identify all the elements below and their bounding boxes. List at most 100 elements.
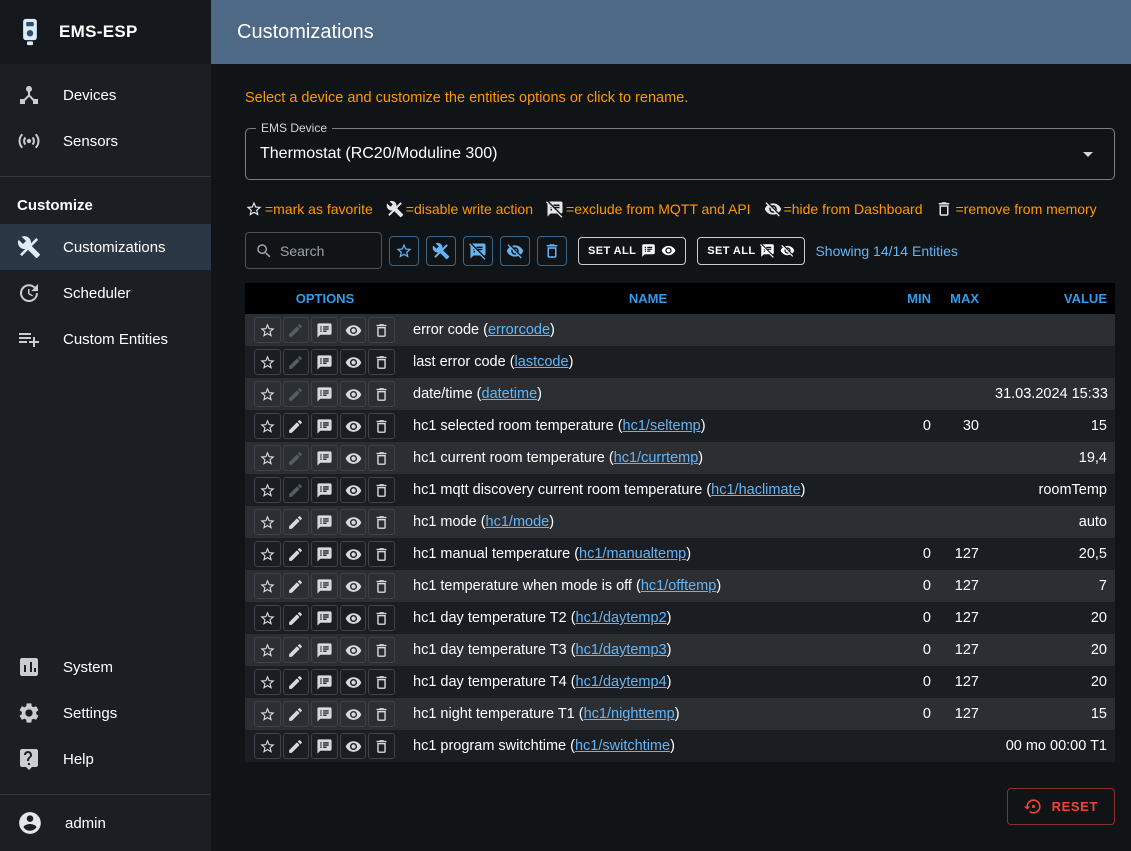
favorite-toggle-button[interactable] — [254, 445, 281, 471]
visibility-toggle-button[interactable] — [340, 477, 367, 503]
favorite-toggle-button[interactable] — [254, 509, 281, 535]
entity-shortname-link[interactable]: hc1/manualtemp — [579, 546, 686, 562]
visibility-toggle-button[interactable] — [340, 637, 367, 663]
filter-exclude-mqtt-button[interactable] — [463, 236, 493, 266]
entity-name[interactable]: hc1 program switchtime (hc1/switchtime) — [405, 738, 891, 754]
visibility-toggle-button[interactable] — [340, 509, 367, 535]
entity-name[interactable]: hc1 night temperature T1 (hc1/nighttemp) — [405, 706, 891, 722]
delete-toggle-button[interactable] — [368, 637, 395, 663]
write-toggle-button[interactable] — [283, 317, 310, 343]
user-menu[interactable]: admin — [0, 795, 211, 851]
mqtt-toggle-button[interactable] — [311, 541, 338, 567]
delete-toggle-button[interactable] — [368, 445, 395, 471]
filter-favorite-button[interactable] — [389, 236, 419, 266]
mqtt-toggle-button[interactable] — [311, 733, 338, 759]
mqtt-toggle-button[interactable] — [311, 605, 338, 631]
entity-shortname-link[interactable]: hc1/switchtime — [575, 738, 670, 754]
set-all-visible-button[interactable]: SET ALL — [578, 237, 686, 265]
entity-shortname-link[interactable]: hc1/nighttemp — [584, 706, 675, 722]
mqtt-toggle-button[interactable] — [311, 381, 338, 407]
entity-shortname-link[interactable]: hc1/currtemp — [614, 450, 699, 466]
favorite-toggle-button[interactable] — [254, 349, 281, 375]
delete-toggle-button[interactable] — [368, 381, 395, 407]
entity-name[interactable]: date/time (datetime) — [405, 386, 891, 402]
mqtt-toggle-button[interactable] — [311, 701, 338, 727]
sidebar-item-sensors[interactable]: Sensors — [0, 118, 211, 164]
entity-shortname-link[interactable]: lastcode — [515, 354, 569, 370]
entity-name[interactable]: hc1 mqtt discovery current room temperat… — [405, 482, 891, 498]
sidebar-item-customizations[interactable]: Customizations — [0, 224, 211, 270]
visibility-toggle-button[interactable] — [340, 381, 367, 407]
favorite-toggle-button[interactable] — [254, 573, 281, 599]
mqtt-toggle-button[interactable] — [311, 413, 338, 439]
delete-toggle-button[interactable] — [368, 733, 395, 759]
entity-shortname-link[interactable]: hc1/haclimate — [711, 482, 800, 498]
sidebar-item-system[interactable]: System — [0, 644, 211, 690]
delete-toggle-button[interactable] — [368, 509, 395, 535]
sidebar-item-scheduler[interactable]: Scheduler — [0, 270, 211, 316]
visibility-toggle-button[interactable] — [340, 573, 367, 599]
entity-name[interactable]: last error code (lastcode) — [405, 354, 891, 370]
favorite-toggle-button[interactable] — [254, 541, 281, 567]
entity-name[interactable]: hc1 day temperature T4 (hc1/daytemp4) — [405, 674, 891, 690]
write-toggle-button[interactable] — [283, 669, 310, 695]
delete-toggle-button[interactable] — [368, 669, 395, 695]
entity-shortname-link[interactable]: hc1/offtemp — [641, 578, 717, 594]
delete-toggle-button[interactable] — [368, 477, 395, 503]
delete-toggle-button[interactable] — [368, 605, 395, 631]
favorite-toggle-button[interactable] — [254, 413, 281, 439]
write-toggle-button[interactable] — [283, 477, 310, 503]
delete-toggle-button[interactable] — [368, 541, 395, 567]
visibility-toggle-button[interactable] — [340, 701, 367, 727]
delete-toggle-button[interactable] — [368, 701, 395, 727]
favorite-toggle-button[interactable] — [254, 605, 281, 631]
write-toggle-button[interactable] — [283, 509, 310, 535]
delete-toggle-button[interactable] — [368, 573, 395, 599]
entity-name[interactable]: hc1 temperature when mode is off (hc1/of… — [405, 578, 891, 594]
entity-name[interactable]: hc1 current room temperature (hc1/currte… — [405, 450, 891, 466]
reset-button[interactable]: RESET — [1007, 788, 1115, 825]
mqtt-toggle-button[interactable] — [311, 349, 338, 375]
mqtt-toggle-button[interactable] — [311, 669, 338, 695]
write-toggle-button[interactable] — [283, 445, 310, 471]
mqtt-toggle-button[interactable] — [311, 509, 338, 535]
entity-name[interactable]: error code (errorcode) — [405, 322, 891, 338]
write-toggle-button[interactable] — [283, 637, 310, 663]
entity-shortname-link[interactable]: hc1/daytemp4 — [576, 674, 667, 690]
write-toggle-button[interactable] — [283, 573, 310, 599]
entity-shortname-link[interactable]: hc1/daytemp2 — [576, 610, 667, 626]
filter-removed-button[interactable] — [537, 236, 567, 266]
visibility-toggle-button[interactable] — [340, 413, 367, 439]
search-input[interactable] — [280, 243, 370, 259]
entity-name[interactable]: hc1 selected room temperature (hc1/selte… — [405, 418, 891, 434]
visibility-toggle-button[interactable] — [340, 541, 367, 567]
mqtt-toggle-button[interactable] — [311, 573, 338, 599]
visibility-toggle-button[interactable] — [340, 349, 367, 375]
mqtt-toggle-button[interactable] — [311, 445, 338, 471]
filter-disable-write-button[interactable] — [426, 236, 456, 266]
write-toggle-button[interactable] — [283, 349, 310, 375]
favorite-toggle-button[interactable] — [254, 637, 281, 663]
delete-toggle-button[interactable] — [368, 317, 395, 343]
entity-shortname-link[interactable]: hc1/daytemp3 — [576, 642, 667, 658]
write-toggle-button[interactable] — [283, 701, 310, 727]
entity-name[interactable]: hc1 manual temperature (hc1/manualtemp) — [405, 546, 891, 562]
sidebar-item-settings[interactable]: Settings — [0, 690, 211, 736]
favorite-toggle-button[interactable] — [254, 701, 281, 727]
favorite-toggle-button[interactable] — [254, 733, 281, 759]
visibility-toggle-button[interactable] — [340, 317, 367, 343]
visibility-toggle-button[interactable] — [340, 669, 367, 695]
mqtt-toggle-button[interactable] — [311, 317, 338, 343]
write-toggle-button[interactable] — [283, 541, 310, 567]
favorite-toggle-button[interactable] — [254, 317, 281, 343]
sidebar-item-help[interactable]: Help — [0, 736, 211, 782]
sidebar-item-custom-entities[interactable]: Custom Entities — [0, 316, 211, 362]
entity-shortname-link[interactable]: hc1/mode — [486, 514, 550, 530]
entity-name[interactable]: hc1 day temperature T2 (hc1/daytemp2) — [405, 610, 891, 626]
visibility-toggle-button[interactable] — [340, 445, 367, 471]
ems-device-select[interactable]: EMS Device Thermostat (RC20/Moduline 300… — [245, 128, 1115, 180]
visibility-toggle-button[interactable] — [340, 605, 367, 631]
visibility-toggle-button[interactable] — [340, 733, 367, 759]
favorite-toggle-button[interactable] — [254, 381, 281, 407]
mqtt-toggle-button[interactable] — [311, 477, 338, 503]
